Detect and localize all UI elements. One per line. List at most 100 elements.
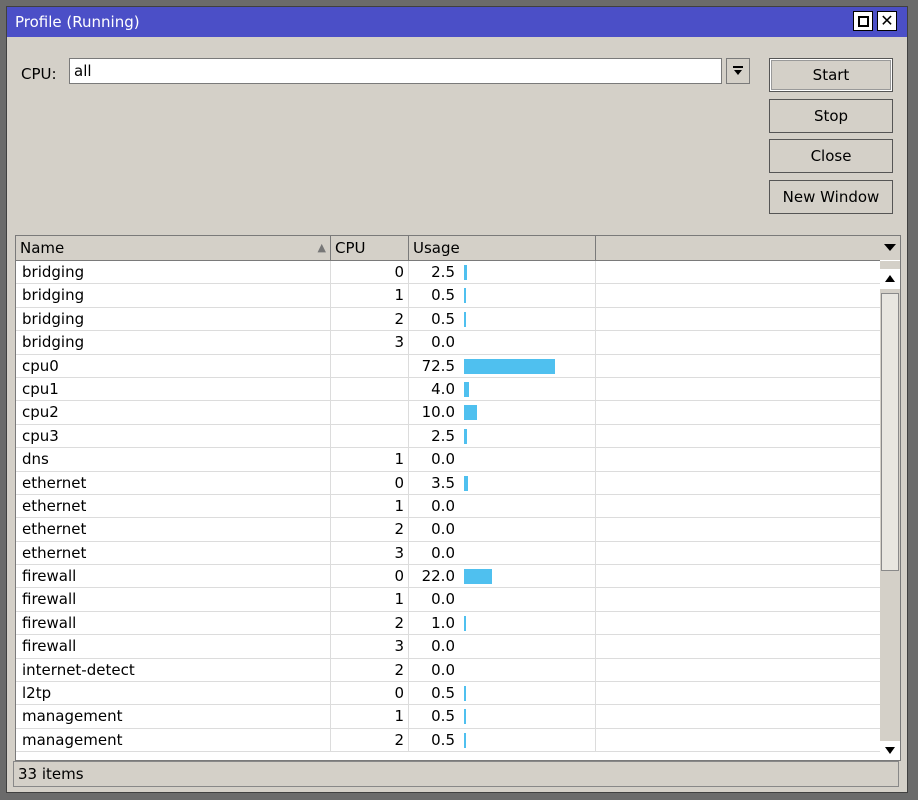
cell-empty [596,308,880,331]
cell-usage: 0.0 [409,494,596,518]
table-row[interactable]: cpu2 10.0 [16,401,880,425]
cell-usage: 1.0 [409,611,596,635]
cell-cpu: 2 [331,611,409,635]
usage-value: 0.5 [431,707,455,726]
start-button[interactable]: Start [769,58,893,92]
cell-name: firewall [16,611,331,635]
cell-empty [596,542,880,565]
column-menu-icon[interactable] [880,236,900,260]
usage-value: 2.5 [431,426,455,445]
usage-bar [464,288,466,304]
cell-empty [596,378,880,401]
table-row[interactable]: l2tp 0 0.5 [16,682,880,706]
table-row[interactable]: bridging 1 0.5 [16,284,880,308]
usage-bar [464,732,466,748]
column-header-name[interactable]: Name ▲ [16,236,331,260]
vertical-scrollbar[interactable] [880,261,900,760]
cpu-filter-input[interactable] [69,58,722,84]
table-row[interactable]: management 1 0.5 [16,705,880,729]
scrollbar-thumb[interactable] [881,293,899,571]
table-row[interactable]: dns 1 0.0 [16,448,880,472]
title-bar[interactable]: Profile (Running) ✕ [7,7,907,37]
cell-empty [596,565,880,588]
close-button[interactable]: Close [769,139,893,173]
table-row[interactable]: ethernet 2 0.0 [16,518,880,542]
maximize-icon[interactable] [853,11,873,31]
cell-usage: 0.0 [409,658,596,682]
table-row[interactable]: bridging 3 0.0 [16,331,880,355]
usage-value: 0.5 [431,684,455,703]
usage-bar [464,358,555,374]
cell-empty [596,472,880,495]
cell-empty [596,355,880,378]
table-row[interactable]: bridging 0 2.5 [16,261,880,285]
usage-value: 3.5 [431,473,455,492]
cell-name: firewall [16,565,331,589]
profile-table: Name ▲ CPU Usage bridging 0 2.5 bridging 1 0.… [15,235,901,761]
cell-cpu: 1 [331,705,409,729]
cell-name: ethernet [16,471,331,495]
stop-button[interactable]: Stop [769,99,893,133]
column-header-usage[interactable]: Usage [409,236,596,260]
cell-empty [596,682,880,705]
cell-empty [596,729,880,752]
cell-name: bridging [16,284,331,308]
table-row[interactable]: ethernet 3 0.0 [16,541,880,566]
cell-usage: 0.5 [409,705,596,729]
sort-ascending-icon: ▲ [317,241,326,254]
cell-name: ethernet [16,541,331,565]
table-row[interactable]: management 2 0.5 [16,728,880,753]
scroll-down-icon[interactable] [880,741,900,760]
cell-cpu: 3 [331,331,409,355]
table-row[interactable]: cpu0 72.5 [16,354,880,378]
table-row[interactable]: firewall 2 1.0 [16,611,880,636]
cell-cpu [331,377,409,401]
cell-empty [596,495,880,518]
cell-empty [596,401,880,424]
cell-usage: 0.5 [409,307,596,331]
usage-value: 0.0 [431,450,455,469]
usage-bar [464,569,492,585]
scroll-up-icon[interactable] [880,269,900,289]
table-row[interactable]: firewall 0 22.0 [16,565,880,589]
table-row[interactable]: internet-detect 2 0.0 [16,658,880,683]
usage-value: 2.5 [431,263,455,281]
usage-bar [464,265,467,280]
cell-empty [596,448,880,471]
cell-usage: 0.0 [409,331,596,355]
cell-name: cpu0 [16,354,331,378]
table-row[interactable]: cpu3 2.5 [16,424,880,449]
cell-usage: 0.0 [409,518,596,542]
usage-value: 10.0 [421,403,455,422]
cell-cpu: 1 [331,448,409,472]
table-header: Name ▲ CPU Usage [16,236,880,261]
cell-usage: 0.0 [409,588,596,612]
table-row[interactable]: ethernet 1 0.0 [16,494,880,519]
cell-usage: 22.0 [409,565,596,589]
close-icon[interactable]: ✕ [877,11,897,31]
usage-value: 0.0 [431,333,455,352]
usage-value: 0.5 [431,286,455,305]
items-count: 33 items [18,765,84,783]
cell-cpu: 1 [331,494,409,518]
cell-cpu: 1 [331,588,409,612]
new-window-button[interactable]: New Window [769,180,893,214]
cell-empty [596,612,880,635]
cell-usage: 10.0 [409,401,596,425]
cell-name: l2tp [16,682,331,706]
table-row[interactable]: firewall 3 0.0 [16,635,880,659]
usage-value: 0.0 [431,543,455,562]
usage-value: 4.0 [431,379,455,398]
cell-empty [596,331,880,354]
dropdown-arrow-icon[interactable] [726,58,750,84]
cell-cpu: 0 [331,565,409,589]
column-header-cpu[interactable]: CPU [331,236,409,260]
table-row[interactable]: cpu1 4.0 [16,377,880,402]
table-row[interactable]: firewall 1 0.0 [16,588,880,612]
table-row[interactable]: bridging 2 0.5 [16,307,880,332]
usage-value: 0.5 [431,309,455,328]
cell-name: management [16,728,331,752]
cell-cpu [331,401,409,425]
cell-cpu: 1 [331,284,409,308]
table-row[interactable]: ethernet 0 3.5 [16,471,880,495]
